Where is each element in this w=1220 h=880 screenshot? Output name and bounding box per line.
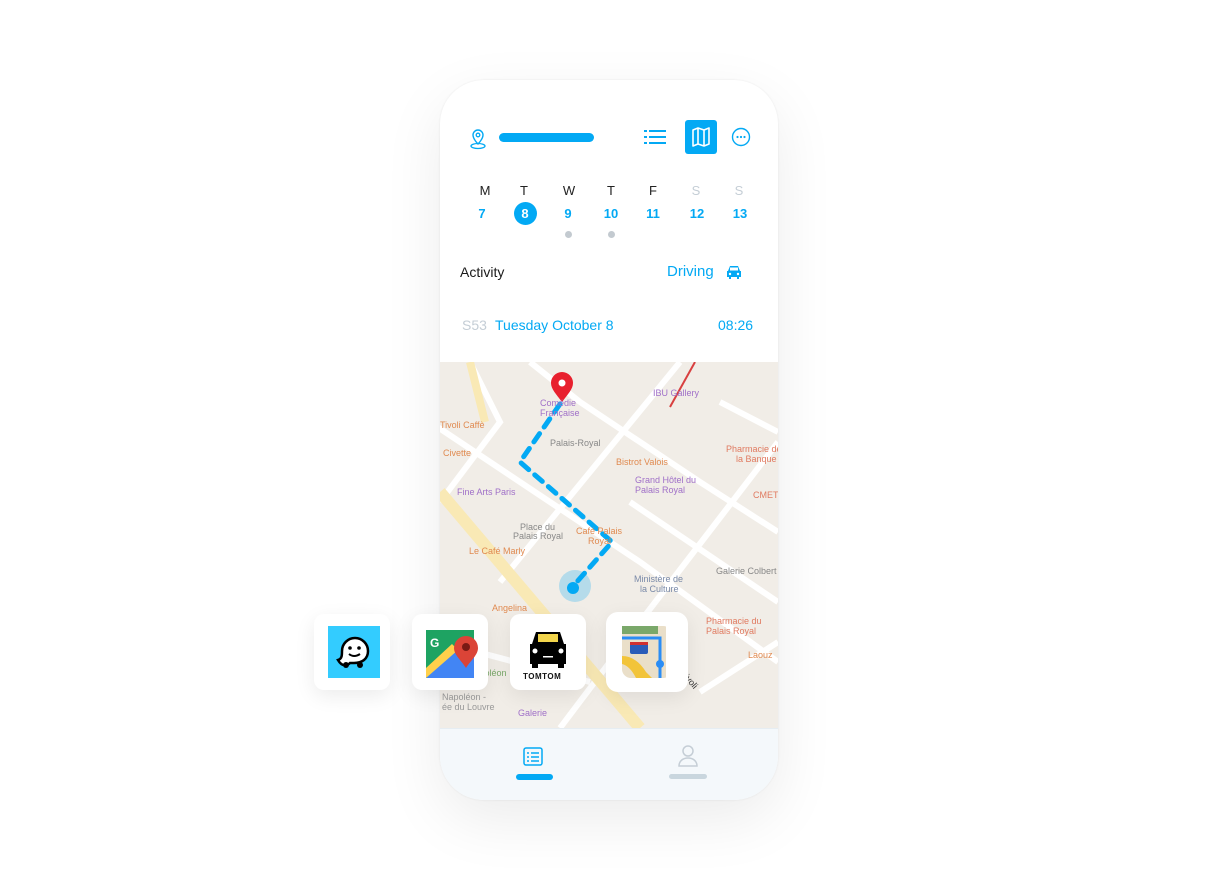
active-tab-indicator [516,774,553,780]
map-label: Civette [443,448,472,458]
map-label: Galerie [518,708,548,718]
day-11[interactable]: 11 [633,206,673,221]
map-label: Café Palais [576,526,623,536]
map-label: la Culture [640,584,679,594]
day-letter: F [649,183,657,198]
day-letter: T [520,183,528,198]
map-label: Palais Royal [513,531,564,541]
phone-screen: M T W T F S S 7 8 9 10 11 12 13 Activity… [440,80,778,800]
list-view-icon[interactable] [644,128,668,151]
map-label: Fine Arts Paris [457,487,516,497]
map-label: Galerie Colbert [716,566,777,576]
map-label: Angelina [492,603,528,613]
map-label: Ministère de [634,574,684,584]
map-label: Grand Hôtel du [635,475,697,485]
day-8-selected[interactable]: 8 [505,202,545,225]
driving-filter[interactable]: Driving [667,263,714,280]
map-label: la Banque [736,454,777,464]
day-12[interactable]: 12 [677,206,717,221]
day-13[interactable]: 13 [720,206,760,221]
map-label: CMET [753,490,778,500]
selected-day: 8 [513,202,537,225]
map-label: Pharmacie du [706,616,762,626]
day-letter: S [691,183,701,198]
car-icon[interactable] [725,264,743,285]
map-view-button[interactable] [685,120,717,154]
apple-maps-icon [622,626,672,678]
activity-dot [565,231,572,238]
tab-indicator [669,774,707,779]
map-label: Palais-Royal [550,438,601,448]
map-label: Palais Royal [635,485,686,495]
map-label: Napoléon - [442,692,487,702]
map-label: Française [540,408,580,418]
day-letter: T [607,183,615,198]
map-label: Bistrot Valois [616,457,668,467]
day-letter: W [562,183,576,198]
map-label: Royal [588,536,612,546]
profile-icon[interactable] [676,743,700,772]
map-label: IBU Gallery [653,388,700,398]
tomtom-button[interactable]: TOMTOM [510,614,586,690]
activity-label: Activity [460,264,505,280]
day-9[interactable]: 9 [548,206,588,221]
waze-icon [328,626,380,678]
apple-maps-button[interactable] [606,612,688,692]
google-maps-icon: G [426,630,478,678]
tab-bar [440,728,778,800]
day-letter: S [734,183,744,198]
trip-time: 08:26 [718,317,754,333]
map-view-icon [692,127,710,147]
location-pin-icon[interactable] [468,128,488,155]
tomtom-logo-text: TOMTOM [523,672,562,681]
trip-date[interactable]: Tuesday October 8 [495,317,614,333]
map-label: Le Café Marly [469,546,526,556]
day-10[interactable]: 10 [591,206,631,221]
map-label: Tivoli Caffè [440,420,485,430]
activity-dot [608,231,615,238]
more-icon[interactable] [731,127,751,152]
map-label: Pharmacie de [726,444,778,454]
day-letter: M [479,183,491,198]
day-7[interactable]: 7 [462,206,502,221]
svg-text:G: G [430,636,439,650]
google-maps-button[interactable]: G [412,614,488,690]
waze-button[interactable] [314,614,390,690]
trips-list-icon[interactable] [522,747,544,772]
map-label: Laouz [748,650,773,660]
map-label: Palais Royal [706,626,757,636]
location-title-placeholder [499,133,594,142]
week-number: S53 [462,317,487,333]
map-label: Comédie [540,398,577,408]
map-label: ée du Louvre [442,702,495,712]
